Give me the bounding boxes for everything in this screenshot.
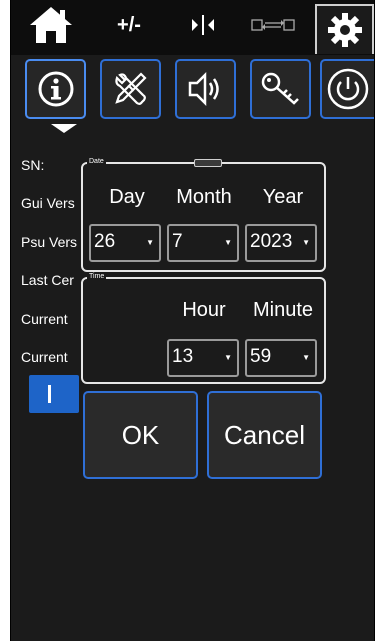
minute-value: 59 xyxy=(250,346,272,367)
month-value: 7 xyxy=(172,231,183,252)
gui-version-label: Gui Vers xyxy=(21,195,75,211)
key-icon xyxy=(261,72,299,105)
power-button[interactable] xyxy=(320,59,374,119)
speaker-icon xyxy=(188,71,219,107)
tab-swap[interactable] xyxy=(241,0,305,50)
key-button[interactable] xyxy=(250,59,311,119)
year-label: Year xyxy=(262,186,304,208)
day-label: Day xyxy=(109,186,145,208)
chevron-down-icon: ▼ xyxy=(146,238,154,247)
gear-icon xyxy=(327,13,362,47)
home-icon xyxy=(30,7,72,43)
month-label: Month xyxy=(176,186,232,208)
year-value: 2023 xyxy=(250,231,293,252)
swap-icon xyxy=(251,19,295,31)
selected-indicator xyxy=(51,124,77,133)
hour-value: 13 xyxy=(172,346,194,367)
device-screen: +/- SN: Gui Vers Psu Vers Last Cer Curre… xyxy=(10,0,375,641)
sn-label: SN: xyxy=(21,157,45,173)
tools-button[interactable] xyxy=(100,59,161,119)
tools-icon xyxy=(114,72,147,105)
tab-bar: +/- xyxy=(11,0,374,55)
info-button[interactable] xyxy=(25,59,86,119)
chevron-down-icon: ▼ xyxy=(224,353,232,362)
chevron-down-icon: ▼ xyxy=(302,238,310,247)
tab-split[interactable] xyxy=(173,0,233,50)
year-select[interactable]: 2023 ▼ xyxy=(245,224,317,262)
hour-label: Hour xyxy=(182,299,226,321)
day-select[interactable]: 26 ▼ xyxy=(89,224,161,262)
split-icon xyxy=(192,15,214,35)
drag-handle[interactable] xyxy=(194,159,222,167)
psu-version-label: Psu Vers xyxy=(21,234,78,250)
plus-minus-label: +/- xyxy=(117,13,141,36)
last-cert-label: Last Cer xyxy=(21,272,74,288)
chevron-down-icon: ▼ xyxy=(224,238,232,247)
cancel-button[interactable]: Cancel xyxy=(207,391,322,479)
minute-select[interactable]: 59 ▼ xyxy=(245,339,317,377)
date-group: Date Day Month Year 26 ▼ 7 ▼ 2023 ▼ xyxy=(81,157,326,272)
date-group-title: Date xyxy=(87,157,106,167)
day-value: 26 xyxy=(94,231,116,252)
hour-select[interactable]: 13 ▼ xyxy=(167,339,239,377)
info-icon xyxy=(38,71,73,107)
tab-home[interactable] xyxy=(21,0,81,50)
tab-plus-minus[interactable]: +/- xyxy=(99,0,159,50)
time-group-title: Time xyxy=(87,272,107,282)
toggle-indicator xyxy=(48,385,51,403)
toggle-switch[interactable] xyxy=(29,375,79,413)
current-label-2: Current xyxy=(21,349,68,365)
minute-label: Minute xyxy=(252,299,314,321)
ok-button[interactable]: OK xyxy=(83,391,198,479)
time-group: Time Hour Minute 13 ▼ 59 ▼ xyxy=(81,272,326,384)
chevron-down-icon: ▼ xyxy=(302,353,310,362)
current-label-1: Current xyxy=(21,311,68,327)
power-icon xyxy=(327,68,369,110)
month-select[interactable]: 7 ▼ xyxy=(167,224,239,262)
tab-settings[interactable] xyxy=(315,4,374,54)
sound-button[interactable] xyxy=(175,59,236,119)
